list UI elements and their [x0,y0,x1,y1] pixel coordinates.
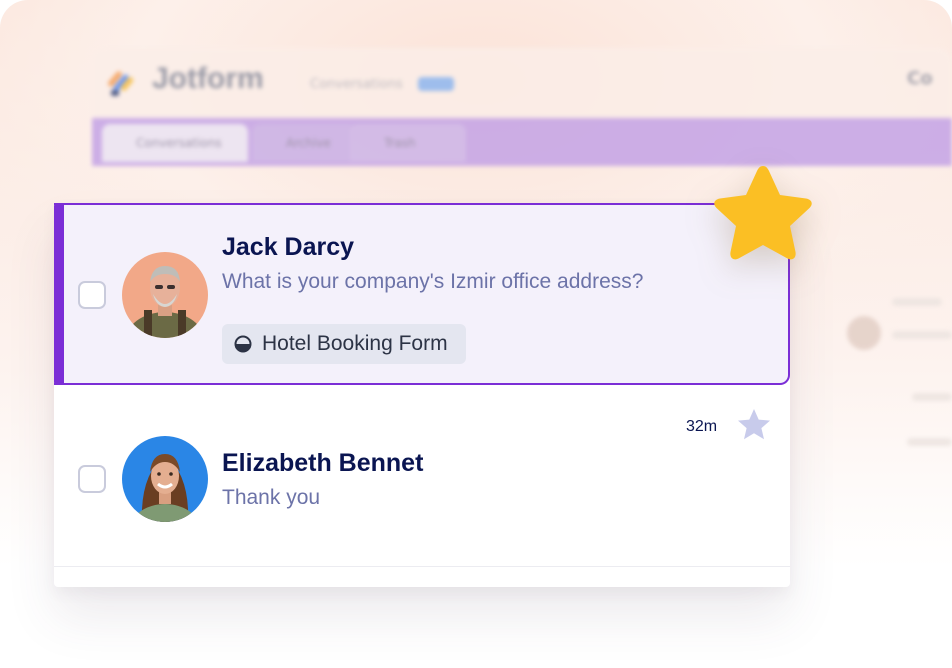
row-checkbox[interactable] [78,281,106,309]
half-circle-icon [234,335,252,353]
top-right-text: Co [907,68,933,89]
row-checkbox[interactable] [78,465,106,493]
tab-trash[interactable]: Trash [350,124,466,162]
message-preview: What is your company's Izmir office addr… [222,270,644,293]
background-line [912,393,952,401]
tab-archive[interactable]: Archive [252,124,358,162]
avatar-image [122,436,208,522]
jotform-logo-icon [108,71,134,96]
row-divider [54,566,790,567]
background-line [907,438,952,446]
timestamp: 32m [686,418,718,435]
contact-name: Jack Darcy [222,233,355,261]
contact-name: Elizabeth Bennet [222,449,424,477]
form-tag[interactable]: Hotel Booking Form [222,324,466,364]
star-icon[interactable] [700,160,826,278]
conversation-row[interactable]: 32m Elizabeth Bennet Thank you [54,385,790,567]
beta-badge [418,77,454,91]
star-outline-icon[interactable] [736,407,772,443]
nav-label: Conversations [310,77,403,92]
conversation-row-selected[interactable]: Jack Darcy What is your company's Izmir … [54,203,790,385]
conversation-list: Jack Darcy What is your company's Izmir … [54,203,790,587]
tab-bar: Conversations Archive Trash [92,118,952,166]
background-avatar [847,316,881,350]
form-tag-label: Hotel Booking Form [262,332,448,355]
background-line [892,331,952,339]
selection-accent-bar [54,203,64,385]
message-preview: Thank you [222,486,321,509]
avatar-image [122,252,208,338]
avatar [122,436,208,522]
avatar [122,252,208,338]
background-line [892,298,942,306]
logo-text: Jotform [152,62,264,95]
tab-conversations[interactable]: Conversations [102,124,248,162]
